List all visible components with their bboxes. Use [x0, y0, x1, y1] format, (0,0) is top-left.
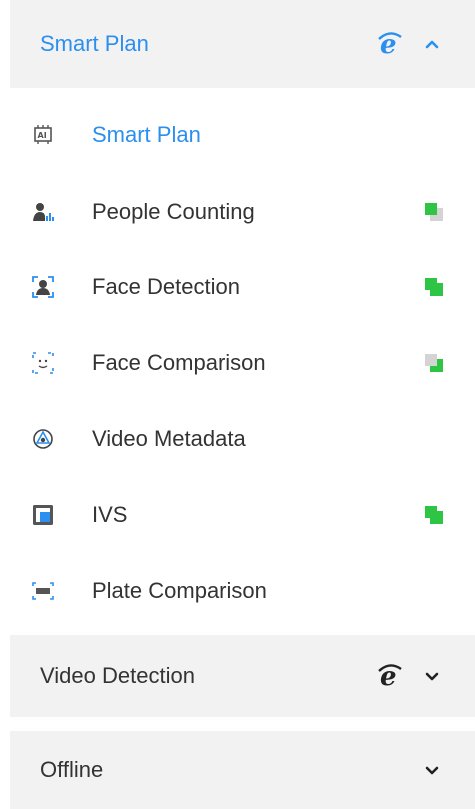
group-header-label: Offline — [40, 757, 104, 782]
nav-panel: Smart Plan e AI Smart Plan People Counti… — [10, 0, 475, 809]
ie-browser-icon: e — [378, 31, 402, 57]
menu-item-label: IVS — [92, 502, 128, 527]
menu-item-face-comparison[interactable]: Face Comparison — [10, 333, 475, 393]
status-indicator-green — [425, 278, 443, 296]
video-metadata-icon — [32, 428, 54, 450]
ivs-icon — [32, 504, 54, 526]
menu-item-label: Face Detection — [92, 274, 240, 299]
menu-item-plate-comparison[interactable]: Plate Comparison — [10, 561, 475, 621]
face-comparison-icon — [32, 352, 54, 374]
group-header-smart-plan[interactable]: Smart Plan e — [10, 0, 475, 88]
status-indicator-gray — [425, 203, 443, 221]
svg-text:AI: AI — [38, 131, 47, 140]
status-indicator-green — [425, 506, 443, 524]
chevron-down-icon[interactable] — [423, 667, 441, 685]
menu-item-label: People Counting — [92, 199, 255, 224]
group-header-offline[interactable]: Offline — [10, 731, 475, 809]
chevron-down-icon[interactable] — [423, 761, 441, 779]
ie-browser-icon: e — [378, 663, 402, 689]
group-header-label: Video Detection — [40, 663, 195, 688]
chevron-up-icon[interactable] — [423, 35, 441, 53]
menu-item-video-metadata[interactable]: Video Metadata — [10, 409, 475, 469]
ai-chip-icon: AI — [32, 124, 54, 146]
menu-item-label: Plate Comparison — [92, 578, 267, 603]
group-header-video-detection[interactable]: Video Detection e — [10, 635, 475, 717]
group-header-label: Smart Plan — [40, 31, 149, 56]
plate-comparison-icon — [32, 580, 54, 602]
menu-item-face-detection[interactable]: Face Detection — [10, 257, 475, 317]
menu-item-people-counting[interactable]: People Counting — [10, 182, 475, 242]
menu-item-label: Video Metadata — [92, 426, 246, 451]
status-indicator-green — [425, 354, 443, 372]
face-detection-icon — [32, 276, 54, 298]
menu-item-label: Smart Plan — [92, 122, 201, 147]
menu-item-smart-plan[interactable]: AI Smart Plan — [10, 105, 475, 165]
menu-item-ivs[interactable]: IVS — [10, 485, 475, 545]
people-counting-icon — [32, 201, 54, 223]
menu-item-label: Face Comparison — [92, 350, 266, 375]
